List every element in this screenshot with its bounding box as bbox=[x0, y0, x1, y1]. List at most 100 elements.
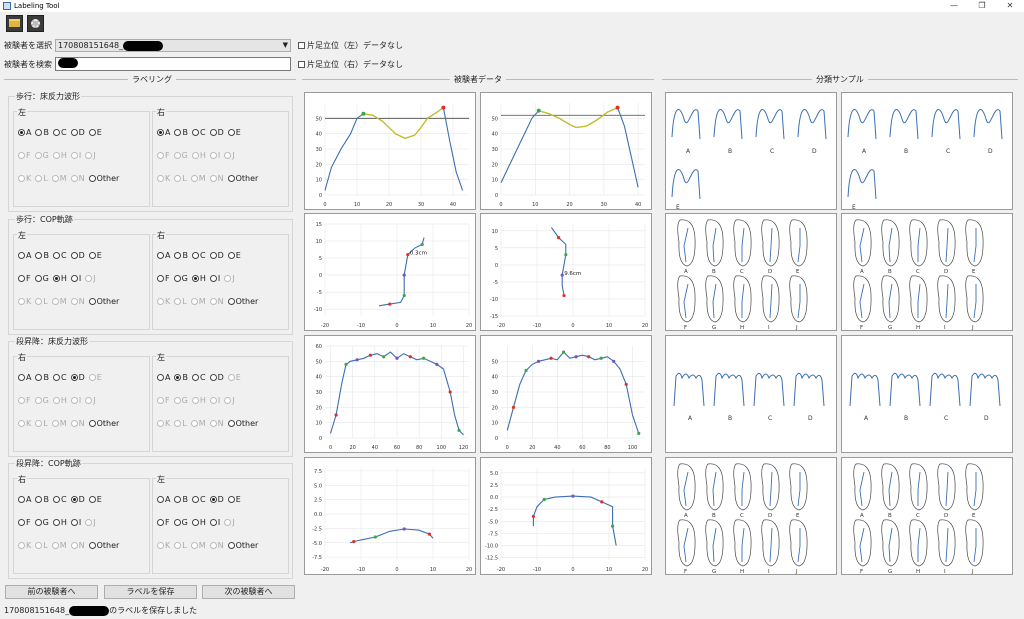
radio-option[interactable]: B bbox=[35, 251, 49, 260]
settings-button[interactable] bbox=[27, 14, 44, 32]
radio-option[interactable]: D bbox=[209, 373, 224, 382]
radio-button[interactable] bbox=[35, 496, 43, 503]
radio-option[interactable]: D bbox=[209, 128, 224, 137]
radio-button[interactable] bbox=[18, 496, 25, 503]
radio-option[interactable]: A bbox=[18, 373, 31, 382]
radio-button[interactable] bbox=[52, 496, 60, 503]
radio-button[interactable] bbox=[18, 129, 25, 136]
radio-option[interactable]: E bbox=[227, 495, 241, 504]
radio-button[interactable] bbox=[88, 496, 96, 503]
radio-option[interactable]: F bbox=[18, 518, 31, 527]
radio-option[interactable]: D bbox=[70, 128, 85, 137]
radio-option[interactable]: G bbox=[173, 274, 188, 283]
radio-option[interactable]: F bbox=[157, 274, 170, 283]
save-label-button[interactable]: ラベルを保存 bbox=[104, 585, 197, 599]
radio-button[interactable] bbox=[70, 496, 78, 503]
radio-option[interactable]: C bbox=[52, 373, 67, 382]
radio-button[interactable] bbox=[209, 275, 217, 282]
radio-button[interactable] bbox=[88, 175, 96, 182]
radio-option[interactable]: E bbox=[88, 251, 102, 260]
subject-combobox[interactable]: 170808151648_ ▼ bbox=[55, 39, 291, 52]
radio-option[interactable]: Other bbox=[88, 174, 119, 183]
radio-button[interactable] bbox=[209, 374, 217, 381]
radio-option[interactable]: A bbox=[157, 128, 170, 137]
radio-button[interactable] bbox=[18, 374, 25, 381]
radio-button[interactable] bbox=[70, 519, 78, 526]
radio-option[interactable]: Other bbox=[227, 541, 258, 550]
radio-option[interactable]: A bbox=[157, 495, 170, 504]
next-subject-button[interactable]: 次の被験者へ bbox=[202, 585, 295, 599]
radio-option[interactable]: I bbox=[209, 518, 220, 527]
radio-option[interactable]: C bbox=[191, 495, 206, 504]
radio-option[interactable]: F bbox=[157, 518, 170, 527]
radio-option[interactable]: H bbox=[191, 274, 206, 283]
radio-button[interactable] bbox=[70, 374, 78, 381]
radio-option[interactable]: B bbox=[35, 373, 49, 382]
radio-button[interactable] bbox=[70, 252, 78, 259]
radio-button[interactable] bbox=[227, 420, 235, 427]
left-single-stand-checkbox[interactable]: 片足立位（左）データなし bbox=[298, 40, 403, 51]
right-single-stand-checkbox[interactable]: 片足立位（右）データなし bbox=[298, 59, 403, 70]
radio-button[interactable] bbox=[35, 129, 43, 136]
radio-button[interactable] bbox=[209, 496, 217, 503]
radio-option[interactable]: B bbox=[174, 495, 188, 504]
subject-search-input[interactable] bbox=[55, 57, 291, 71]
radio-button[interactable] bbox=[88, 129, 96, 136]
radio-option[interactable]: Other bbox=[88, 541, 119, 550]
radio-option[interactable]: A bbox=[18, 128, 31, 137]
radio-option[interactable]: A bbox=[157, 251, 170, 260]
radio-button[interactable] bbox=[157, 129, 164, 136]
radio-button[interactable] bbox=[191, 129, 199, 136]
open-folder-button[interactable] bbox=[6, 14, 23, 32]
radio-option[interactable]: E bbox=[227, 128, 241, 137]
radio-button[interactable] bbox=[52, 252, 60, 259]
radio-option[interactable]: B bbox=[35, 495, 49, 504]
radio-button[interactable] bbox=[18, 252, 25, 259]
radio-button[interactable] bbox=[191, 252, 199, 259]
radio-button[interactable] bbox=[52, 129, 60, 136]
radio-option[interactable]: C bbox=[52, 128, 67, 137]
radio-button[interactable] bbox=[191, 374, 199, 381]
radio-option[interactable]: Other bbox=[227, 419, 258, 428]
radio-button[interactable] bbox=[70, 275, 78, 282]
minimize-button[interactable]: — bbox=[940, 0, 968, 12]
radio-button[interactable] bbox=[227, 175, 235, 182]
radio-option[interactable]: E bbox=[88, 495, 102, 504]
radio-button[interactable] bbox=[35, 252, 43, 259]
radio-button[interactable] bbox=[173, 519, 181, 526]
radio-option[interactable]: E bbox=[227, 251, 241, 260]
radio-option[interactable]: A bbox=[18, 251, 31, 260]
radio-button[interactable] bbox=[227, 542, 235, 549]
radio-button[interactable] bbox=[173, 275, 181, 282]
radio-option[interactable]: H bbox=[52, 518, 67, 527]
radio-option[interactable]: A bbox=[18, 495, 31, 504]
radio-button[interactable] bbox=[157, 275, 164, 282]
radio-button[interactable] bbox=[88, 252, 96, 259]
radio-option[interactable]: I bbox=[209, 274, 220, 283]
radio-option[interactable]: Other bbox=[88, 419, 119, 428]
checkbox-box[interactable] bbox=[298, 60, 305, 68]
radio-button[interactable] bbox=[227, 129, 235, 136]
radio-button[interactable] bbox=[209, 519, 217, 526]
radio-option[interactable]: C bbox=[52, 495, 67, 504]
radio-button[interactable] bbox=[88, 542, 96, 549]
radio-option[interactable]: Other bbox=[227, 174, 258, 183]
radio-option[interactable]: I bbox=[70, 274, 81, 283]
radio-button[interactable] bbox=[191, 496, 199, 503]
radio-option[interactable]: G bbox=[34, 518, 49, 527]
radio-option[interactable]: Other bbox=[227, 297, 258, 306]
radio-option[interactable]: D bbox=[70, 251, 85, 260]
radio-button[interactable] bbox=[52, 519, 60, 526]
radio-button[interactable] bbox=[227, 252, 235, 259]
radio-button[interactable] bbox=[157, 519, 164, 526]
radio-option[interactable]: D bbox=[70, 373, 85, 382]
radio-button[interactable] bbox=[157, 496, 164, 503]
radio-option[interactable]: E bbox=[88, 128, 102, 137]
radio-button[interactable] bbox=[174, 129, 182, 136]
radio-button[interactable] bbox=[34, 275, 42, 282]
radio-button[interactable] bbox=[227, 496, 235, 503]
maximize-button[interactable]: ❐ bbox=[968, 0, 996, 12]
radio-button[interactable] bbox=[174, 252, 182, 259]
radio-button[interactable] bbox=[209, 129, 217, 136]
radio-button[interactable] bbox=[191, 275, 199, 282]
